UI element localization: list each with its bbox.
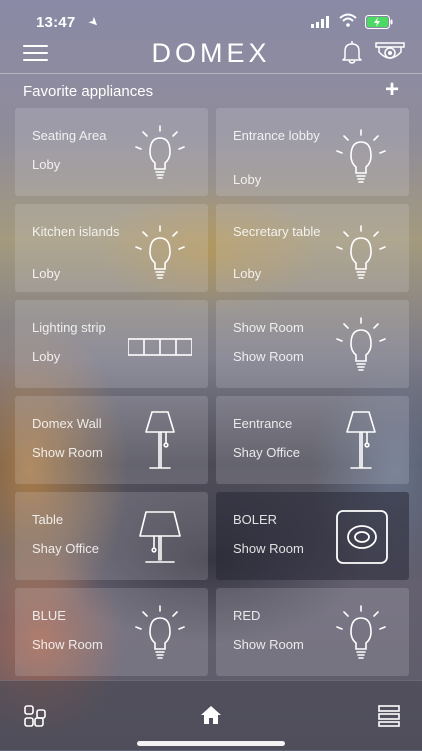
- appliance-tile[interactable]: Entrance lobby Loby: [216, 108, 409, 196]
- bulb-icon: [329, 314, 393, 376]
- bulb-icon: [128, 122, 192, 184]
- home-indicator: [137, 741, 285, 746]
- appliance-name: Seating Area: [32, 128, 107, 143]
- floor-lamp-icon: [329, 410, 393, 472]
- add-appliance-button[interactable]: +: [385, 78, 399, 102]
- appliance-room: Show Room: [233, 637, 304, 652]
- bulb-icon: [329, 218, 393, 280]
- appliance-room: Show Room: [233, 541, 304, 556]
- appliance-tile[interactable]: Show Room Show Room: [216, 300, 409, 388]
- devices-grid-icon[interactable]: [24, 705, 46, 727]
- appliance-room: Show Room: [32, 637, 103, 652]
- light-strip-icon: [127, 314, 193, 376]
- appliance-name: Kitchen islands: [32, 224, 120, 239]
- appliance-grid: Seating Area Loby Entrance lobby Loby Ki…: [15, 108, 409, 676]
- appliance-name: RED: [233, 608, 261, 623]
- appliance-name: Entrance lobby: [233, 128, 320, 143]
- status-time: 13:47: [36, 14, 76, 31]
- appliance-tile[interactable]: Table Shay Office: [15, 492, 208, 580]
- appliance-tile[interactable]: BOLER Show Room: [216, 492, 409, 580]
- appliance-room: Shay Office: [32, 541, 99, 556]
- bell-icon[interactable]: [339, 39, 365, 65]
- app-header: DOMEX: [0, 38, 422, 74]
- appliance-room: Loby: [32, 157, 61, 172]
- appliance-tile[interactable]: BLUE Show Room: [15, 588, 208, 676]
- bulb-icon: [329, 122, 393, 184]
- bulb-icon: [329, 602, 393, 664]
- appliance-room: Loby: [233, 266, 262, 281]
- appliance-tile[interactable]: Secretary table Loby: [216, 204, 409, 292]
- boiler-icon: [329, 506, 393, 568]
- appliance-room: Loby: [32, 349, 61, 364]
- appliance-tile[interactable]: Lighting strip Loby: [15, 300, 208, 388]
- bulb-icon: [128, 218, 192, 280]
- appliance-tile[interactable]: Domex Wall Show Room: [15, 396, 208, 484]
- floor-lamp-icon: [128, 410, 192, 472]
- header-divider: [0, 73, 422, 74]
- signal-icon: [311, 16, 329, 28]
- appliance-room: Shay Office: [233, 445, 300, 460]
- home-icon[interactable]: [200, 705, 222, 725]
- appliance-name: Table: [32, 512, 64, 527]
- appliance-name: BLUE: [32, 608, 66, 623]
- table-lamp-icon: [128, 506, 192, 568]
- appliance-room: Show Room: [233, 349, 304, 364]
- appliance-name: Domex Wall: [32, 416, 102, 431]
- wifi-icon: [339, 13, 357, 27]
- appliance-tile[interactable]: RED Show Room: [216, 588, 409, 676]
- appliance-tile[interactable]: Seating Area Loby: [15, 108, 208, 196]
- location-arrow-icon: ➤: [85, 13, 103, 31]
- section-title: Favorite appliances: [23, 83, 154, 100]
- appliance-name: Secretary table: [233, 224, 321, 239]
- appliance-name: BOLER: [233, 512, 278, 527]
- bulb-icon: [128, 602, 192, 664]
- appliance-room: Loby: [32, 266, 61, 281]
- appliance-name: Show Room: [233, 320, 304, 335]
- security-camera-icon[interactable]: [374, 40, 406, 66]
- appliance-tile[interactable]: Eentrance Shay Office: [216, 396, 409, 484]
- appliance-room: Loby: [233, 172, 262, 187]
- battery-charging-icon: [365, 15, 393, 29]
- appliance-tile[interactable]: Kitchen islands Loby: [15, 204, 208, 292]
- appliance-name: Eentrance: [233, 416, 293, 431]
- appliance-room: Show Room: [32, 445, 103, 460]
- rooms-list-icon[interactable]: [378, 705, 400, 727]
